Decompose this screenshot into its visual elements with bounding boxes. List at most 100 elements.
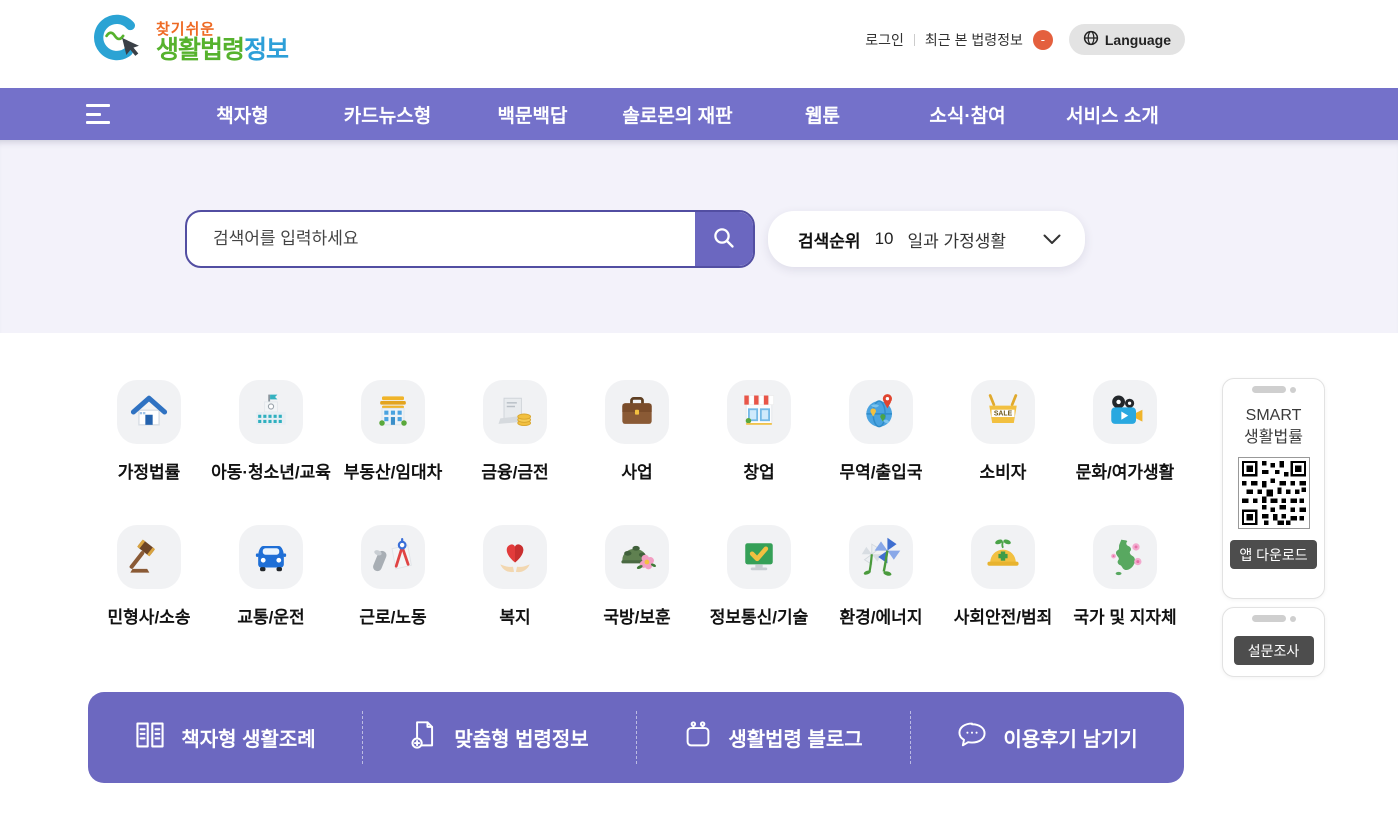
divider [914,34,915,46]
survey-button[interactable]: 설문조사 [1234,636,1314,665]
phone-notch-icon [1252,615,1296,622]
category-culture-leisure[interactable]: 문화/여가생활 [1064,380,1186,483]
category-label: 복지 [499,603,530,628]
nav-item-news-participation[interactable]: 소식·참여 [895,88,1040,140]
quicklink-label: 책자형 생활조례 [181,723,315,752]
category-label: 교통/운전 [237,603,304,628]
heart-hands-icon [483,525,547,589]
helmet-flower-icon [605,525,669,589]
video-camera-icon [1093,380,1157,444]
rank-keyword: 일과 가정생활 [907,227,1006,252]
nav-item-service-intro[interactable]: 서비스 소개 [1040,88,1185,140]
category-safety-crime[interactable]: 사회안전/범죄 [942,525,1064,628]
category-consumer[interactable]: SALE 소비자 [942,380,1064,483]
phone-notch-icon [1252,386,1296,393]
quicklink-custom-law[interactable]: 맞춤형 법령정보 [362,692,636,783]
language-button[interactable]: Language [1069,24,1185,55]
category-labor[interactable]: 근로/노동 [332,525,454,628]
category-litigation[interactable]: 민형사/소송 [88,525,210,628]
car-icon [239,525,303,589]
survey-card: 설문조사 [1222,607,1325,677]
svg-text:SALE: SALE [994,410,1013,417]
qr-code [1238,457,1310,529]
chevron-down-icon [1043,234,1061,245]
category-government[interactable]: 국가 및 지자체 [1064,525,1186,628]
category-trade-immigration[interactable]: 무역/출입국 [820,380,942,483]
logo-magnifier-icon [88,11,150,74]
school-icon [239,380,303,444]
header: 찾기쉬운 생활법령정보 로그인 최근 본 법령정보 - Language [0,0,1398,88]
logo-text: 찾기쉬운 생활법령정보 [156,22,288,64]
search-rank-dropdown[interactable]: 검색순위 10 일과 가정생활 [768,211,1085,267]
category-label: 국가 및 지자체 [1073,603,1176,628]
building-icon [361,380,425,444]
quicklink-label: 생활법령 블로그 [728,723,862,752]
category-label: 창업 [743,458,774,483]
search-input[interactable] [187,212,695,266]
blog-icon [683,720,713,756]
quicklink-blog[interactable]: 생활법령 블로그 [636,692,910,783]
category-grid-row2: 민형사/소송 교통/운전 [88,525,1186,628]
briefcase-icon [605,380,669,444]
utility-bar: 로그인 최근 본 법령정보 - Language [865,24,1185,55]
page: 찾기쉬운 생활법령정보 로그인 최근 본 법령정보 - Language 책자형… [0,0,1398,823]
house-icon [117,380,181,444]
category-traffic[interactable]: 교통/운전 [210,525,332,628]
category-label: 아동·청소년/교육 [211,458,331,483]
search-icon [711,225,737,254]
nav-item-cardnews[interactable]: 카드뉴스형 [315,88,460,140]
quicklink-ordinance[interactable]: 책자형 생활조례 [88,692,362,783]
category-label: 환경/에너지 [840,603,923,628]
category-realestate[interactable]: 부동산/임대차 [332,380,454,483]
gavel-icon [117,525,181,589]
recent-laws-link[interactable]: 최근 본 법령정보 [925,30,1023,50]
hamburger-menu-icon[interactable] [86,104,110,124]
nav-menu: 책자형 카드뉴스형 백문백답 솔로몬의 재판 웹툰 소식·참여 서비스 소개 [170,88,1185,140]
nav-item-solomon[interactable]: 솔로몬의 재판 [605,88,750,140]
category-business[interactable]: 사업 [576,380,698,483]
recent-count-badge: - [1033,30,1053,50]
category-ict[interactable]: 정보통신/기술 [698,525,820,628]
app-download-button[interactable]: 앱 다운로드 [1230,540,1317,569]
category-environment-energy[interactable]: 환경/에너지 [820,525,942,628]
category-label: 사업 [621,458,652,483]
login-link[interactable]: 로그인 [865,30,904,50]
logo-slogan: 찾기쉬운 [156,22,288,38]
quick-links-bar: 책자형 생활조례 맞춤형 법령정보 생활법령 블로그 [88,692,1184,783]
nav-item-booklet[interactable]: 책자형 [170,88,315,140]
book-icon [134,720,166,756]
rank-number: 10 [875,229,894,249]
app-title: SMART 생활법률 [1223,405,1324,448]
korea-map-icon [1093,525,1157,589]
category-welfare[interactable]: 복지 [454,525,576,628]
category-military[interactable]: 국방/보훈 [576,525,698,628]
nav-item-webtoon[interactable]: 웹툰 [750,88,895,140]
category-startup[interactable]: 창업 [698,380,820,483]
doc-plus-icon [409,720,439,756]
search-button[interactable] [695,212,753,266]
quicklink-review[interactable]: 이용후기 남기기 [910,692,1184,783]
monitor-check-icon [727,525,791,589]
category-family-law[interactable]: 가정법률 [88,380,210,483]
pinwheel-icon [849,525,913,589]
smart-app-card: SMART 생활법률 앱 다운로드 [1222,378,1325,599]
language-label: Language [1105,32,1171,48]
category-child-education[interactable]: 아동·청소년/교육 [210,380,332,483]
logo-title: 생활법령정보 [156,37,288,63]
category-label: 부동산/임대차 [344,458,443,483]
category-finance[interactable]: 금융/금전 [454,380,576,483]
quicklink-label: 이용후기 남기기 [1003,723,1137,752]
category-label: 가정법률 [118,458,181,483]
site-logo[interactable]: 찾기쉬운 생활법령정보 [88,11,288,74]
drafting-compass-icon [361,525,425,589]
storefront-icon [727,380,791,444]
globe-icon [1083,30,1099,49]
category-label: 소비자 [980,458,1027,483]
category-label: 금융/금전 [481,458,548,483]
nav-item-qna[interactable]: 백문백답 [460,88,605,140]
category-label: 문화/여가생활 [1076,458,1175,483]
hardhat-icon [971,525,1035,589]
category-label: 사회안전/범죄 [954,603,1053,628]
category-label: 국방/보훈 [603,603,670,628]
rank-label: 검색순위 [798,227,861,252]
